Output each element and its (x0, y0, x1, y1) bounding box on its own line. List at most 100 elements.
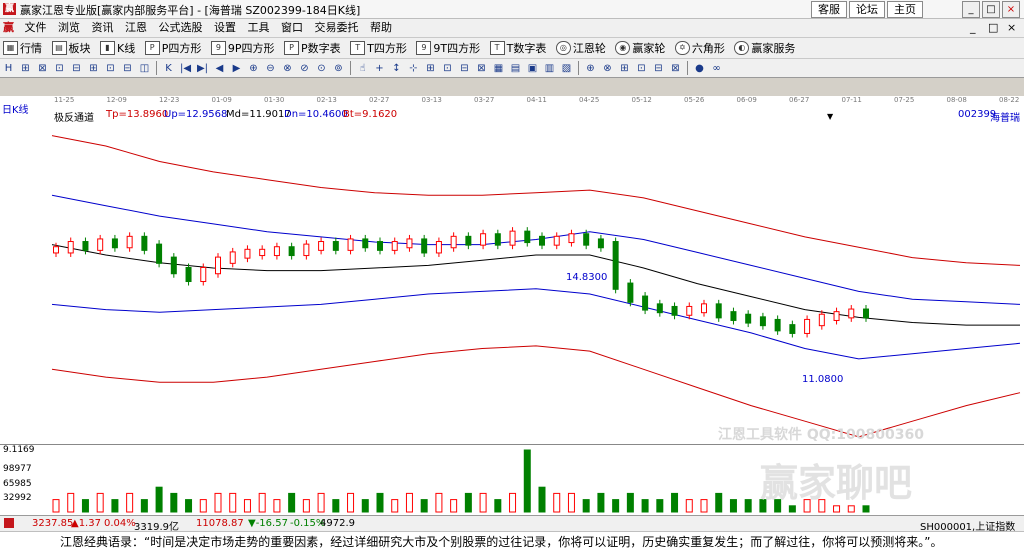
menu-trade[interactable]: 交易委托 (311, 19, 363, 37)
drawing-tool-7-icon[interactable]: ⊟ (121, 62, 134, 75)
toolbar-gann-wheel-button[interactable]: ◎ 江恩轮 (553, 38, 609, 58)
drawing-tool-39-icon[interactable]: ● (693, 62, 706, 75)
drawing-tool-22-icon[interactable]: ↕ (390, 62, 403, 75)
sh-index-change: ▲1.37 (71, 518, 101, 529)
menu-help[interactable]: 帮助 (366, 19, 396, 37)
drawing-tool-32-icon[interactable]: ▧ (560, 62, 573, 75)
menu-tools[interactable]: 工具 (244, 19, 274, 37)
band-line-md (51, 244, 1020, 326)
toolbar-9t-square-button[interactable]: 9 9T四方形 (413, 38, 483, 58)
candle (612, 241, 619, 290)
maximize-button[interactable]: □ (982, 1, 1000, 18)
volume-bar (715, 492, 723, 513)
mdi-minimize-button[interactable]: _ (966, 19, 980, 37)
drawing-tool-17-icon[interactable]: ⊘ (298, 62, 311, 75)
volume-bar (626, 492, 634, 513)
menu-settings[interactable]: 设置 (210, 19, 240, 37)
drawing-tool-5-icon[interactable]: ⊞ (87, 62, 100, 75)
link-customer-service[interactable]: 客服 (811, 1, 847, 18)
drawing-tool-33-icon[interactable]: ⊕ (584, 62, 597, 75)
drawing-tool-12-icon[interactable]: ◀ (213, 62, 226, 75)
volume-divider (0, 444, 1024, 445)
volume-bar (656, 499, 664, 513)
minimize-button[interactable]: _ (962, 1, 980, 18)
volume-bar (538, 486, 546, 513)
volume-bar (258, 492, 266, 513)
mdi-restore-button[interactable]: □ (984, 19, 1002, 37)
t-number-icon: T (489, 41, 505, 55)
drawing-tool-23-icon[interactable]: ⊹ (407, 62, 420, 75)
toolbar-t-square-button[interactable]: T T四方形 (347, 38, 410, 58)
drawing-tool-6-icon[interactable]: ⊡ (104, 62, 117, 75)
drawing-tool-13-icon[interactable]: ▶ (230, 62, 243, 75)
volume-bar (347, 492, 355, 513)
toolbar-sectors-button[interactable]: ▤ 板块 (49, 38, 94, 58)
sz-index-change: ▼-16.57 (248, 518, 288, 529)
candle (377, 241, 383, 251)
drawing-tool-11-icon[interactable]: ▶| (196, 62, 209, 75)
drawing-tool-26-icon[interactable]: ⊟ (458, 62, 471, 75)
blocks-icon: ▤ (51, 41, 67, 55)
toolbar-kline-button[interactable]: ▮ K线 (97, 38, 138, 58)
link-homepage[interactable]: 主页 (887, 1, 923, 18)
drawing-tool-37-icon[interactable]: ⊟ (652, 62, 665, 75)
link-forum[interactable]: 论坛 (849, 1, 885, 18)
drawing-tool-27-icon[interactable]: ⊠ (475, 62, 488, 75)
date-axis: 11-25 12-09 12-23 01-09 01-30 02-13 02-27 03-13… (0, 96, 1024, 106)
candle (583, 233, 590, 246)
drawing-tool-19-icon[interactable]: ⊚ (332, 62, 345, 75)
candle (656, 303, 663, 314)
drawing-tool-34-icon[interactable]: ⊗ (601, 62, 614, 75)
drawing-tool-25-icon[interactable]: ⊡ (441, 62, 454, 75)
toolbar-hexagon-button[interactable]: ✡ 六角形 (672, 38, 728, 58)
drawing-tool-18-icon[interactable]: ⊙ (315, 62, 328, 75)
menu-formula[interactable]: 公式选股 (155, 19, 207, 37)
toolbar-t-number-button[interactable]: T T数字表 (487, 38, 550, 58)
volume-bar (288, 492, 296, 513)
candle (759, 316, 766, 327)
close-button[interactable]: × (1002, 1, 1020, 18)
toolbar-quotes-button[interactable]: ▦ 行情 (0, 38, 45, 58)
menu-browse[interactable]: 浏览 (54, 19, 84, 37)
toolbar-service-button[interactable]: ◐ 赢家服务 (731, 38, 798, 58)
drawing-tool-38-icon[interactable]: ⊠ (669, 62, 682, 75)
drawing-tool-31-icon[interactable]: ▥ (543, 62, 556, 75)
menu-window[interactable]: 窗口 (277, 19, 307, 37)
volume-bar (405, 492, 413, 513)
drawing-tool-28-icon[interactable]: ▦ (492, 62, 505, 75)
candle (745, 313, 752, 324)
service-icon: ◐ (734, 41, 750, 55)
volume-bar (671, 492, 679, 513)
drawing-tool-40-icon[interactable]: ∞ (710, 62, 723, 75)
menu-news[interactable]: 资讯 (88, 19, 118, 37)
toolbar-p-number-button[interactable]: P P数字表 (281, 38, 344, 58)
drawing-tool-24-icon[interactable]: ⊞ (424, 62, 437, 75)
date-tick: 01-30 (264, 96, 285, 104)
drawing-tool-20-icon[interactable]: ☝ (356, 62, 369, 75)
toolbar-p-square-button[interactable]: P P四方形 (142, 38, 205, 58)
drawing-tool-16-icon[interactable]: ⊗ (281, 62, 294, 75)
drawing-tool-9-icon[interactable]: K (162, 62, 175, 75)
drawing-tool-30-icon[interactable]: ▣ (526, 62, 539, 75)
drawing-tool-21-icon[interactable]: + (373, 62, 386, 75)
chart-area: 日K线 极反通道 Tp=13.8960 Up=12.9568 Md=11.901… (0, 105, 1024, 515)
drawing-tool-2-icon[interactable]: ⊠ (36, 62, 49, 75)
drawing-tool-0-icon[interactable]: H (2, 62, 15, 75)
drawing-tool-35-icon[interactable]: ⊞ (618, 62, 631, 75)
candle (539, 235, 545, 246)
menu-file[interactable]: 文件 (21, 19, 51, 37)
mdi-close-button[interactable]: × (1003, 19, 1020, 37)
drawing-tool-1-icon[interactable]: ⊞ (19, 62, 32, 75)
drawing-tool-14-icon[interactable]: ⊕ (247, 62, 260, 75)
drawing-tool-3-icon[interactable]: ⊡ (53, 62, 66, 75)
drawing-tool-8-icon[interactable]: ◫ (138, 62, 151, 75)
toolbar-9p-square-button[interactable]: 9 9P四方形 (208, 38, 278, 58)
drawing-tool-36-icon[interactable]: ⊡ (635, 62, 648, 75)
drawing-tool-15-icon[interactable]: ⊖ (264, 62, 277, 75)
drawing-tool-10-icon[interactable]: |◀ (179, 62, 192, 75)
drawing-tool-4-icon[interactable]: ⊟ (70, 62, 83, 75)
date-tick: 12-23 (159, 96, 180, 104)
menu-gann[interactable]: 江恩 (121, 19, 151, 37)
toolbar-winner-wheel-button[interactable]: ◉ 赢家轮 (612, 38, 668, 58)
drawing-tool-29-icon[interactable]: ▤ (509, 62, 522, 75)
